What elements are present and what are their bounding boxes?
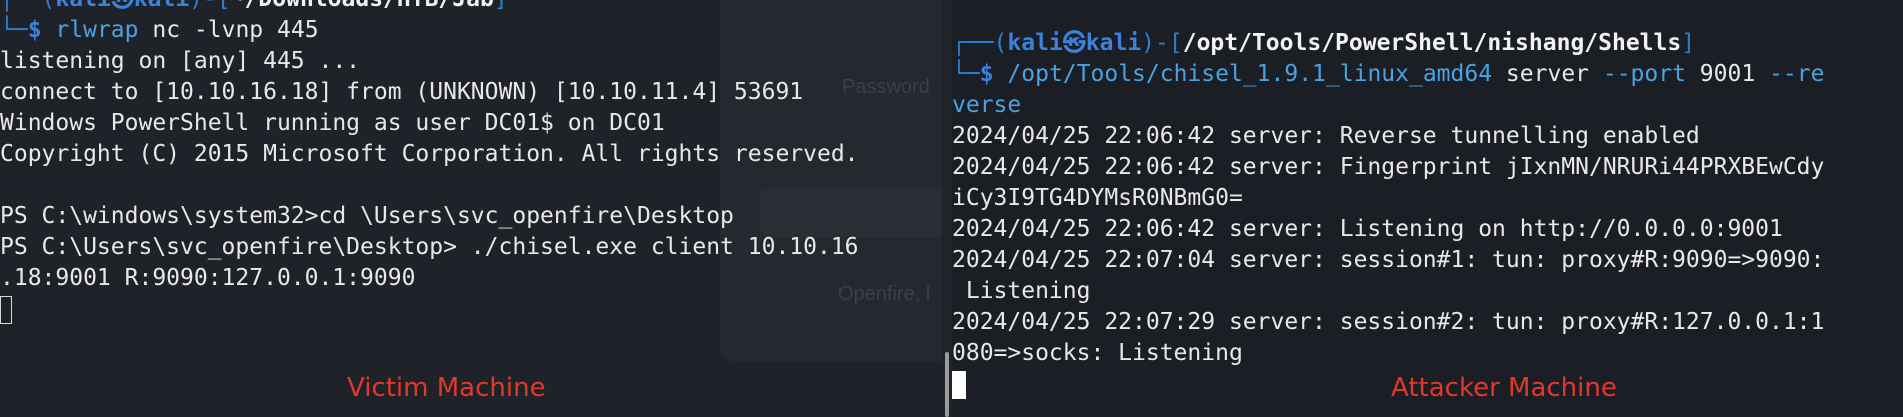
prompt-frame-mid: )-[ xyxy=(189,0,231,12)
prompt-line-top: ┌──(kali㉿kali)-[/opt/Tools/PowerShell/ni… xyxy=(952,28,1903,59)
kali-skull-icon: ㉿ xyxy=(111,0,134,12)
prompt-host: kali xyxy=(1085,30,1142,56)
prompt-frame-bottom: └─ xyxy=(952,61,980,87)
command-flag-reverse: --re xyxy=(1769,61,1825,87)
output-line: Windows PowerShell running as user DC01$… xyxy=(0,110,665,136)
output-line: Listening xyxy=(952,278,1091,304)
output-line: connect to [10.10.16.18] from (UNKNOWN) … xyxy=(0,79,804,105)
command-flag-reverse-wrap: verse xyxy=(952,92,1022,118)
output-blank-line xyxy=(0,170,942,201)
scrollbar-handle[interactable] xyxy=(945,352,949,417)
command-args: server xyxy=(1492,61,1603,87)
output-line: .18:9001 R:9090:127.0.0.1:9090 xyxy=(0,265,416,291)
prompt-frame-mid: )-[ xyxy=(1141,30,1183,56)
output-line: listening on [any] 445 ... xyxy=(0,48,361,74)
prompt-symbol: $ xyxy=(27,17,42,43)
command-flag-port: --port xyxy=(1602,61,1686,87)
prompt-line-top: ┌──(kali㉿kali)-[~/Downloads/HTB/Jab] xyxy=(0,0,942,15)
attacker-terminal-output[interactable]: ┌──(kali㉿kali)-[/opt/Tools/PowerShell/ni… xyxy=(952,28,1903,400)
cursor-line xyxy=(0,294,942,325)
victim-terminal-output[interactable]: ┌──(kali㉿kali)-[~/Downloads/HTB/Jab] └─$… xyxy=(0,0,942,325)
attacker-machine-caption: Attacker Machine xyxy=(1391,373,1617,403)
command-name: /opt/Tools/chisel_1.9.1_linux_amd64 xyxy=(1007,61,1493,87)
terminal-cursor[interactable] xyxy=(952,370,966,399)
prompt-cwd: ~/Downloads/HTB/Jab xyxy=(231,0,494,12)
victim-terminal-pane[interactable]: Password Openfire, l ┌──(kali㉿kali)-[~/D… xyxy=(0,0,942,417)
attacker-terminal-pane[interactable]: ┌──(kali㉿kali)-[/opt/Tools/PowerShell/ni… xyxy=(952,0,1903,417)
terminal-cursor[interactable] xyxy=(0,295,12,324)
prompt-frame-close: ] xyxy=(494,0,508,12)
command-args: nc xyxy=(138,17,194,43)
prompt-cwd: /opt/Tools/PowerShell/nishang/Shells xyxy=(1182,30,1682,56)
prompt-line-command: └─$ rlwrap nc -lvnp 445 xyxy=(0,15,942,46)
prompt-frame: ┌──( xyxy=(952,30,1008,56)
output-line: PS C:\Users\svc_openfire\Desktop> ./chis… xyxy=(0,234,859,260)
output-line: 080=>socks: Listening xyxy=(952,340,1243,366)
victim-machine-caption: Victim Machine xyxy=(347,373,546,403)
prompt-line-command: └─$ /opt/Tools/chisel_1.9.1_linux_amd64 … xyxy=(952,59,1903,90)
command-flags: -lvnp xyxy=(193,17,264,43)
prompt-user: kali xyxy=(1007,30,1063,56)
output-line: 2024/04/25 22:06:42 server: Fingerprint … xyxy=(952,154,1825,180)
prompt-frame-bottom: └─ xyxy=(0,17,28,43)
command-name: rlwrap xyxy=(55,17,139,43)
prompt-symbol: $ xyxy=(979,61,994,87)
prompt-host: kali xyxy=(134,0,189,12)
output-line: Copyright (C) 2015 Microsoft Corporation… xyxy=(0,141,859,167)
output-line: 2024/04/25 22:07:29 server: session#2: t… xyxy=(952,309,1825,335)
kali-skull-icon: ㉿ xyxy=(1062,30,1086,56)
output-line: iCy3I9TG4DYMsR0NBmG0= xyxy=(952,185,1243,211)
command-port: 445 xyxy=(263,17,319,43)
prompt-user: kali xyxy=(55,0,110,12)
prompt-line-wrap: verse xyxy=(952,90,1903,121)
command-port: 9001 xyxy=(1685,61,1770,87)
output-line: PS C:\windows\system32>cd \Users\svc_ope… xyxy=(0,203,734,229)
output-line: 2024/04/25 22:06:42 server: Listening on… xyxy=(952,216,1783,242)
output-line: 2024/04/25 22:07:04 server: session#1: t… xyxy=(952,247,1825,273)
prompt-frame: ┌──( xyxy=(0,0,55,12)
prompt-frame-close: ] xyxy=(1681,30,1696,56)
output-line: 2024/04/25 22:06:42 server: Reverse tunn… xyxy=(952,123,1700,149)
